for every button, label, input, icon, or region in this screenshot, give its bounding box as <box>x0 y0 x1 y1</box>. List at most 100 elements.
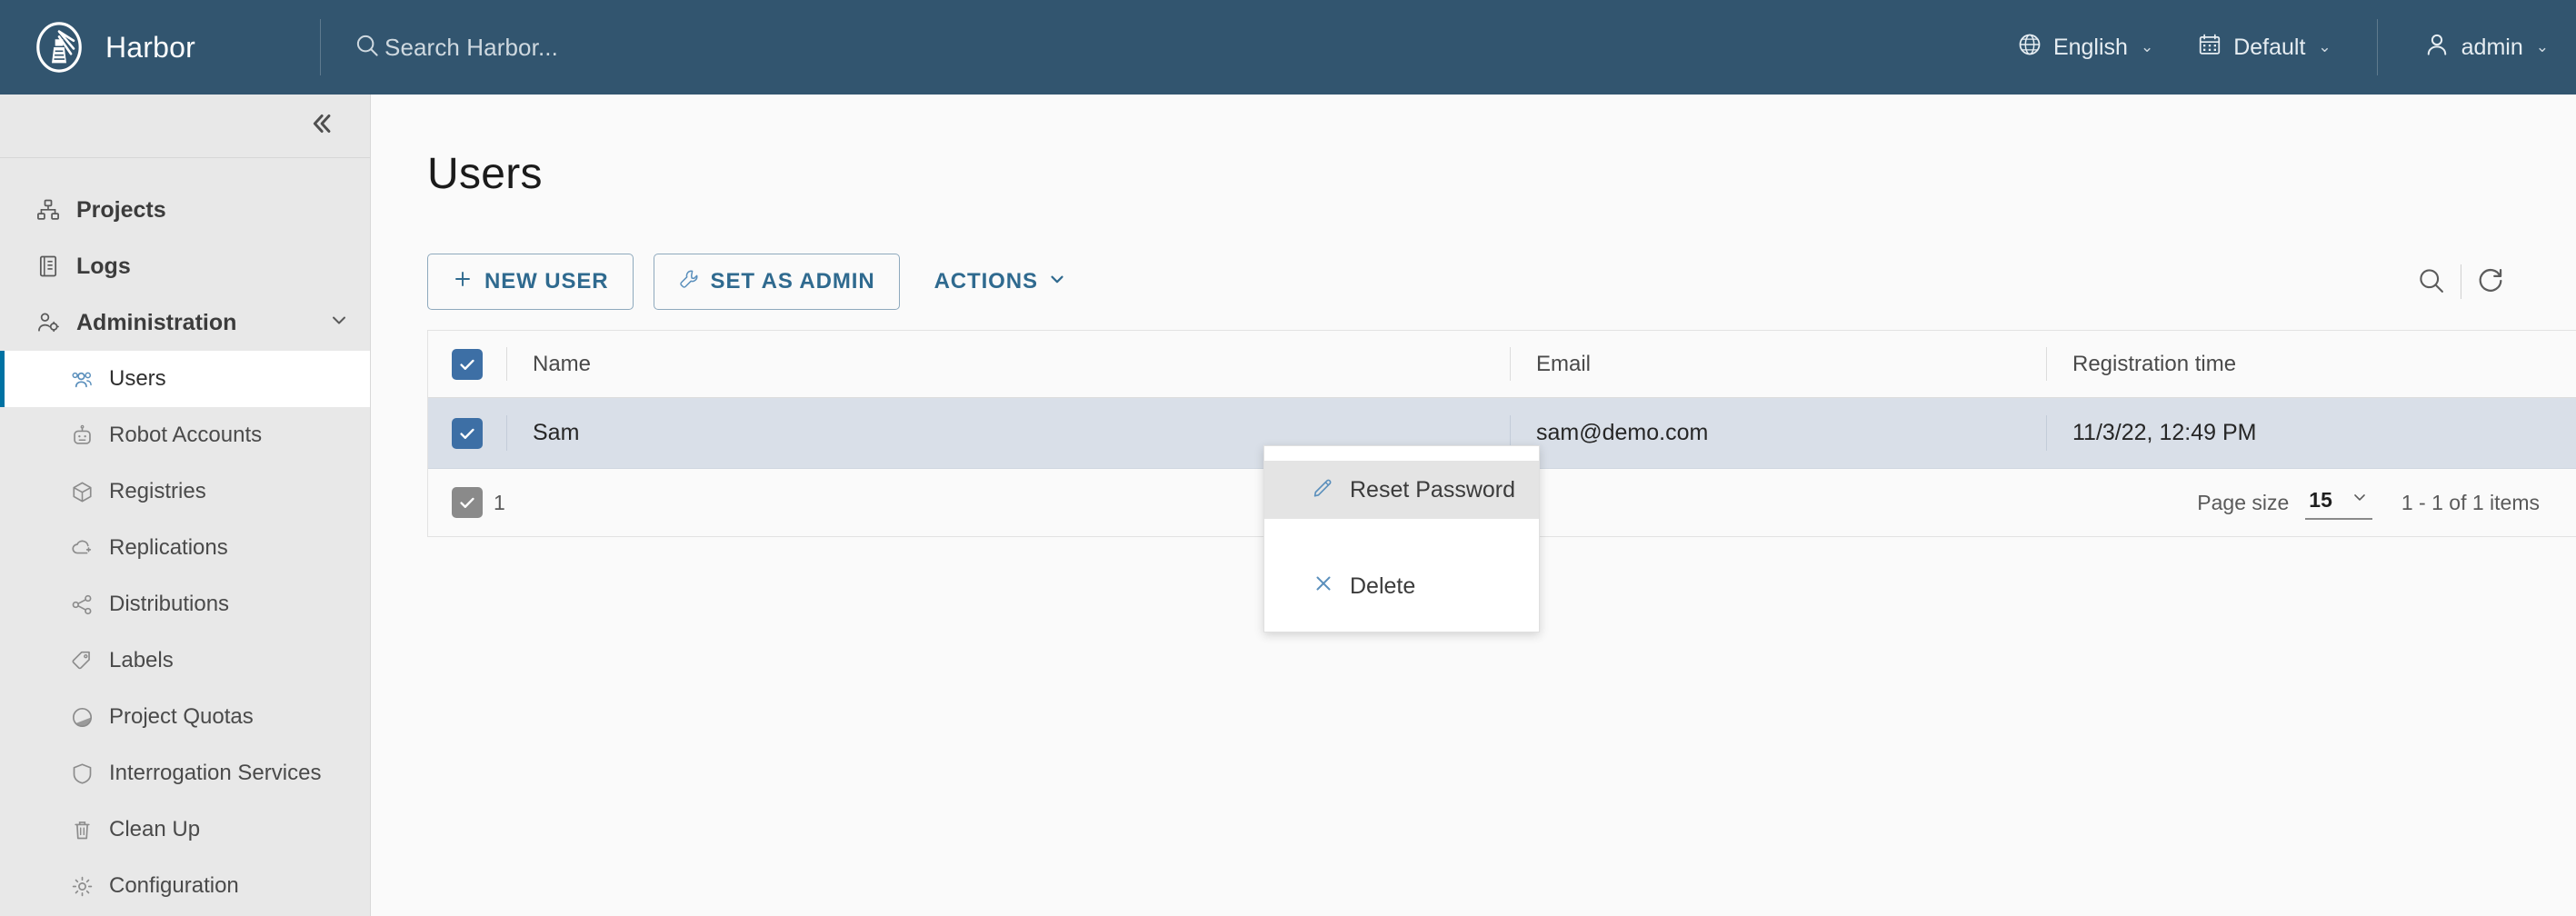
sidebar-item-label: Administration <box>76 309 237 335</box>
menu-item-delete[interactable]: Delete <box>1264 557 1539 615</box>
logs-icon <box>35 253 62 280</box>
sidebar-item-labels[interactable]: Labels <box>0 632 370 689</box>
select-all-checkbox[interactable] <box>428 348 506 380</box>
wrench-icon <box>678 268 700 296</box>
chevron-down-icon: ⌄ <box>2140 38 2154 55</box>
selected-count-group: 1 <box>428 487 505 518</box>
items-range-label: 1 - 1 of 1 items <box>2401 490 2540 514</box>
selected-count-label: 1 <box>494 490 505 514</box>
sidebar-item-robot-accounts[interactable]: Robot Accounts <box>0 407 370 463</box>
robot-icon <box>69 423 95 448</box>
calendar-icon <box>2197 32 2222 64</box>
app-header: Harbor Search Harbor... English ⌄ Defaul… <box>0 0 2576 95</box>
sidebar-item-label: Robot Accounts <box>109 423 263 447</box>
sidebar-item-distributions[interactable]: Distributions <box>0 576 370 632</box>
sidebar-item-replications[interactable]: Replications <box>0 520 370 576</box>
sidebar-item-projects[interactable]: Projects <box>0 182 370 238</box>
sidebar-item-label: Interrogation Services <box>109 761 322 785</box>
cell-email: sam@demo.com <box>1510 415 2046 451</box>
language-selector[interactable]: English ⌄ <box>1995 0 2175 95</box>
shield-icon <box>69 761 95 786</box>
menu-item-label: Reset Password <box>1350 476 1516 503</box>
sidebar-item-project-quotas[interactable]: Project Quotas <box>0 689 370 745</box>
sidebar-nav: Projects Logs Administration Users Robot… <box>0 158 370 914</box>
projects-icon <box>35 196 62 224</box>
actions-label: ACTIONS <box>934 269 1038 294</box>
menu-item-label: Delete <box>1350 572 1416 599</box>
replications-icon <box>69 535 95 561</box>
sidebar-item-interrogation-services[interactable]: Interrogation Services <box>0 745 370 802</box>
quotas-pie-icon <box>69 704 95 730</box>
globe-icon <box>2017 32 2042 64</box>
search-placeholder: Search Harbor... <box>384 33 558 61</box>
header-separator <box>2376 19 2378 75</box>
sidebar-item-registries[interactable]: Registries <box>0 463 370 520</box>
chevron-down-icon <box>2351 488 2369 512</box>
sidebar-item-users[interactable]: Users <box>0 351 370 407</box>
actions-button[interactable]: ACTIONS <box>925 254 1076 310</box>
new-user-label: NEW USER <box>484 269 609 294</box>
column-header-registration-time[interactable]: Registration time <box>2046 347 2576 381</box>
row-checkbox[interactable] <box>428 417 506 449</box>
plus-icon <box>452 268 474 296</box>
set-as-admin-button[interactable]: SET AS ADMIN <box>653 254 900 310</box>
chevron-down-icon: ⌄ <box>2318 38 2331 55</box>
distributions-icon <box>69 592 95 617</box>
column-header-email[interactable]: Email <box>1510 347 2046 381</box>
registries-icon <box>69 479 95 504</box>
pagination: Page size 15 1 - 1 of 1 items <box>2197 486 2576 520</box>
brand-area[interactable]: Harbor <box>0 0 320 95</box>
chevron-down-icon: ⌄ <box>2535 38 2549 55</box>
new-user-button[interactable]: NEW USER <box>427 254 634 310</box>
user-menu[interactable]: admin ⌄ <box>2401 0 2576 95</box>
menu-divider-space <box>1264 519 1539 557</box>
sidebar-item-label: Logs <box>76 253 131 279</box>
trash-icon <box>69 817 95 842</box>
column-header-name[interactable]: Name <box>506 347 1510 381</box>
harbor-lighthouse-logo-icon <box>33 21 85 74</box>
page-size-label: Page size <box>2197 490 2290 514</box>
table-refresh-button[interactable] <box>2461 255 2520 308</box>
checkbox-checked-icon <box>452 487 483 518</box>
close-x-icon <box>1312 572 1335 602</box>
sidebar-item-label: Projects <box>76 196 166 223</box>
sidebar-item-clean-up[interactable]: Clean Up <box>0 802 370 858</box>
page-size-select[interactable]: 15 <box>2305 486 2372 520</box>
toolbar: NEW USER SET AS ADMIN ACTIONS <box>427 254 2576 310</box>
sidebar-item-label: Configuration <box>109 873 239 898</box>
refresh-icon <box>2475 265 2506 299</box>
project-label: Default <box>2233 34 2306 60</box>
sidebar-item-label: Clean Up <box>109 817 201 841</box>
sidebar-item-label: Replications <box>109 535 228 560</box>
sidebar: Projects Logs Administration Users Robot… <box>0 95 371 916</box>
cell-registration-time: 11/3/22, 12:49 PM <box>2046 415 2576 451</box>
project-selector[interactable]: Default ⌄ <box>2175 0 2352 95</box>
checkbox-checked-icon <box>452 417 483 449</box>
sidebar-item-label: Distributions <box>109 592 230 616</box>
sidebar-item-logs[interactable]: Logs <box>0 238 370 294</box>
sidebar-item-administration[interactable]: Administration <box>0 294 370 351</box>
search-icon <box>2416 265 2447 299</box>
page-title: Users <box>427 150 543 198</box>
administration-icon <box>35 309 62 336</box>
header-right: English ⌄ Default ⌄ admin ⌄ <box>1995 0 2576 95</box>
main-content: Users NEW USER SET AS ADMIN ACTIONS Name… <box>371 95 2576 916</box>
table-search-button[interactable] <box>2402 255 2461 308</box>
global-search[interactable]: Search Harbor... <box>321 0 1995 95</box>
chevron-down-icon <box>1047 269 1067 294</box>
menu-item-reset-password[interactable]: Reset Password <box>1264 461 1539 519</box>
checkbox-checked-icon <box>452 348 483 380</box>
page-size-value: 15 <box>2309 487 2332 512</box>
label-tag-icon <box>69 648 95 673</box>
sidebar-item-label: Users <box>109 366 166 391</box>
set-as-admin-label: SET AS ADMIN <box>710 269 875 294</box>
actions-dropdown-menu: Reset Password Delete <box>1263 445 1540 632</box>
sidebar-item-configuration[interactable]: Configuration <box>0 858 370 914</box>
user-label: admin <box>2461 34 2523 60</box>
sidebar-collapse-button[interactable] <box>0 95 370 158</box>
pencil-icon <box>1312 475 1335 505</box>
double-chevron-left-icon <box>305 108 335 144</box>
sidebar-item-label: Project Quotas <box>109 704 254 729</box>
users-icon <box>69 366 95 392</box>
table-tools <box>2402 255 2520 308</box>
